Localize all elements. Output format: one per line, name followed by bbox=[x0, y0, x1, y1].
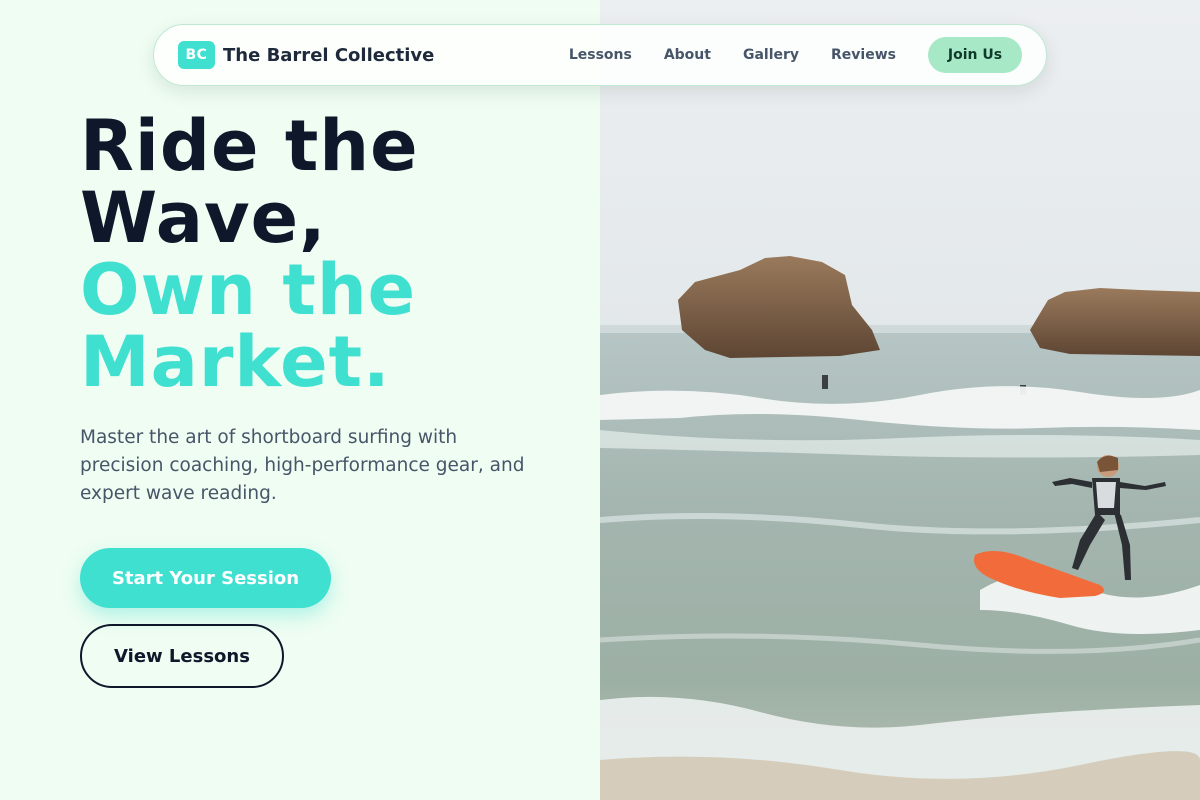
nav-links: Lessons About Gallery Reviews bbox=[569, 47, 896, 63]
top-navbar: BC The Barrel Collective Lessons About G… bbox=[153, 24, 1047, 86]
brand-name: The Barrel Collective bbox=[223, 44, 435, 66]
hero-photo-surfer bbox=[600, 0, 1200, 800]
join-us-button[interactable]: Join Us bbox=[928, 37, 1022, 73]
nav-link-reviews[interactable]: Reviews bbox=[831, 47, 896, 63]
nav-link-gallery[interactable]: Gallery bbox=[743, 47, 799, 63]
view-lessons-button[interactable]: View Lessons bbox=[80, 624, 284, 688]
hero-headline: Ride the Wave, Own the Market. bbox=[80, 110, 580, 398]
brand[interactable]: BC The Barrel Collective bbox=[178, 41, 434, 69]
headline-line-2: Wave, bbox=[80, 177, 327, 259]
nav-link-lessons[interactable]: Lessons bbox=[569, 47, 632, 63]
headline-line-1: Ride the bbox=[80, 105, 419, 187]
start-session-button[interactable]: Start Your Session bbox=[80, 548, 331, 608]
headline-accent-line-1: Own the bbox=[80, 249, 417, 331]
nav-link-about[interactable]: About bbox=[664, 47, 711, 63]
brand-logo-badge: BC bbox=[178, 41, 215, 69]
headline-accent-line-2: Market. bbox=[80, 321, 391, 403]
hero-subtitle: Master the art of shortboard surfing wit… bbox=[80, 427, 525, 504]
